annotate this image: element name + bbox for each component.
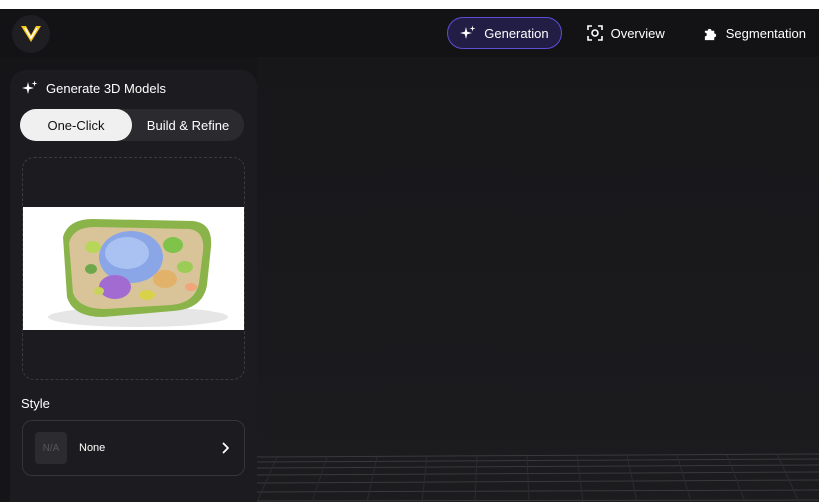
image-upload-dropzone[interactable] [22, 157, 245, 380]
logo[interactable] [12, 15, 50, 53]
tab-overview-label: Overview [610, 25, 665, 41]
chevron-right-icon [222, 442, 229, 454]
plant-cell-image [23, 207, 244, 330]
3d-viewport[interactable] [257, 57, 819, 502]
main-nav: Generation Overview Segmentation [447, 17, 819, 49]
puzzle-icon [704, 28, 716, 40]
mode-build-refine-button[interactable]: Build & Refine [132, 109, 244, 141]
panel-header: Generate 3D Models [22, 80, 166, 96]
top-strip [0, 0, 819, 9]
tab-generation[interactable]: Generation [447, 17, 562, 49]
tab-segmentation-label: Segmentation [725, 25, 806, 41]
panel-title: Generate 3D Models [46, 80, 166, 96]
mode-one-click-button[interactable]: One-Click [20, 109, 132, 141]
style-value: None [79, 442, 106, 454]
uploaded-image-preview [23, 207, 244, 330]
sparkles-icon [22, 80, 38, 94]
sparkles-icon [460, 25, 476, 39]
floor-grid [257, 453, 819, 502]
style-thumbnail: N/A [35, 432, 67, 464]
mode-switch: One-Click Build & Refine [20, 109, 244, 141]
scan-icon [586, 25, 603, 41]
generate-panel: Generate 3D Models One-Click Build & Ref… [10, 70, 257, 502]
tab-overview[interactable]: Overview [574, 17, 678, 49]
tab-generation-label: Generation [484, 25, 549, 41]
style-select[interactable]: N/A None [22, 420, 245, 476]
style-label: Style [21, 396, 50, 411]
tab-segmentation[interactable]: Segmentation [690, 17, 819, 49]
logo-icon [21, 26, 41, 42]
top-bar: Generation Overview Segmentation [0, 9, 819, 57]
